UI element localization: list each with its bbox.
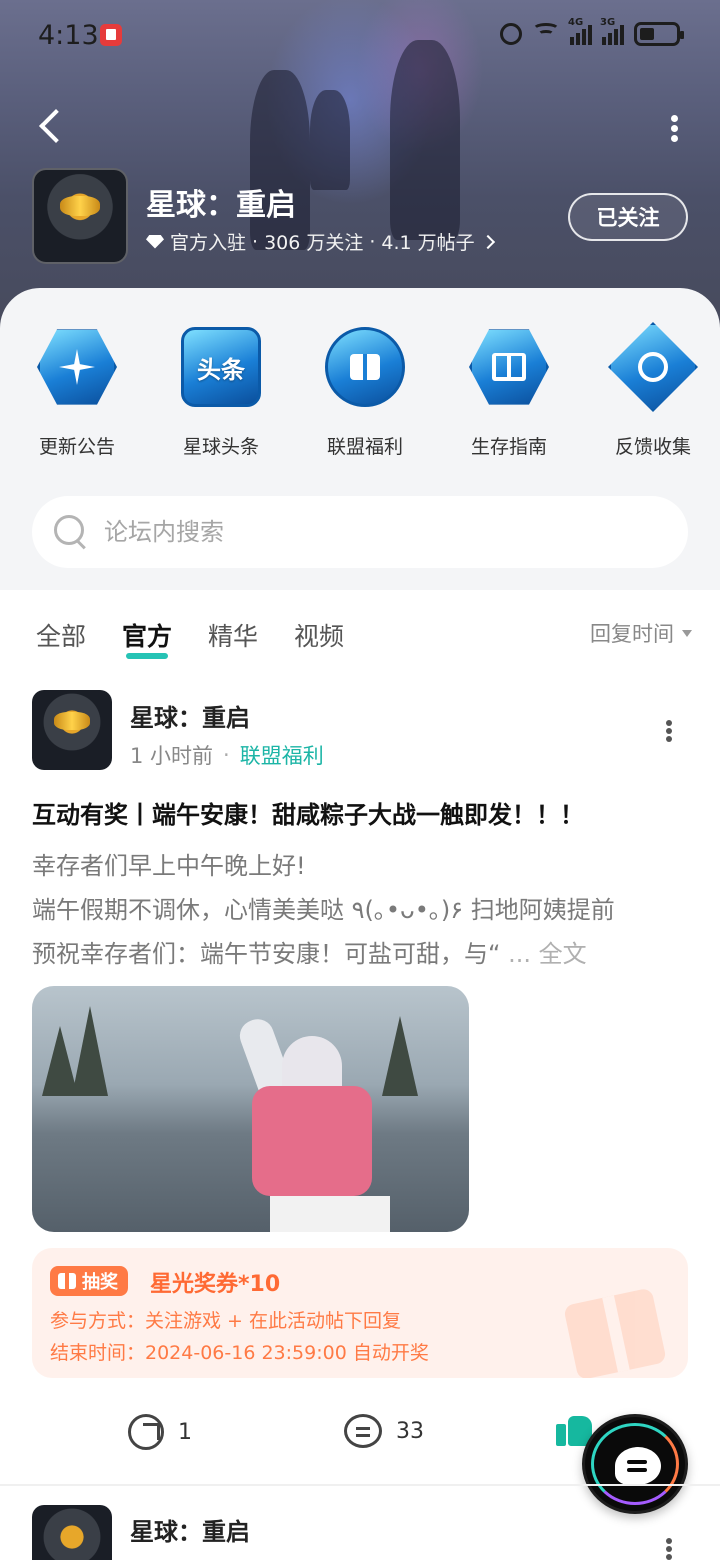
quick-link-label: 生存指南	[470, 436, 547, 458]
post-body-line: 幸存者们早上中午晚上好!	[32, 852, 306, 880]
follow-button[interactable]: 已关注	[568, 193, 688, 241]
share-count: 1	[178, 1419, 192, 1445]
lottery-prize: 星光奖券*10	[150, 1272, 281, 1297]
wifi-icon	[532, 23, 560, 45]
official-label: 官方入驻	[170, 232, 247, 254]
lottery-method: 参与方式：关注游戏 + 在此活动帖下回复	[50, 1310, 402, 1332]
tab-all[interactable]: 全部	[36, 617, 86, 653]
battery-icon	[634, 22, 684, 46]
post-title[interactable]: 互动有奖丨端午安康！甜咸粽子大战一触即发！！！	[32, 795, 692, 830]
post-meta-dot: ·	[223, 743, 230, 767]
share-button[interactable]: 1	[128, 1414, 192, 1450]
back-button[interactable]	[38, 106, 68, 146]
search-icon	[54, 515, 88, 549]
followers-count: 306 万关注	[264, 232, 364, 254]
caret-down-icon	[682, 629, 692, 637]
notification-badge-icon	[100, 24, 122, 46]
search-input[interactable]	[104, 518, 644, 546]
gift-icon	[58, 1273, 76, 1289]
signal-3g-icon: 3G	[600, 17, 624, 45]
share-icon	[128, 1414, 164, 1450]
quick-link-announcements[interactable]: 更新公告	[10, 322, 144, 459]
post-author-name[interactable]: 星球：重启	[130, 1512, 250, 1547]
chevron-right-icon	[480, 234, 495, 249]
book-icon	[469, 329, 549, 405]
full-text-link[interactable]: 全文	[539, 940, 587, 968]
post-more-icon[interactable]	[664, 1536, 674, 1560]
post-body-line-text: 预祝幸存者们：端午节安康！可盐可甜，与“	[32, 940, 501, 968]
post-category[interactable]: 联盟福利	[240, 740, 324, 770]
compass-star-icon	[37, 329, 117, 405]
post-time: 1 小时前	[130, 744, 214, 768]
gift-decoration-icon	[563, 1287, 667, 1378]
diamond-icon	[146, 235, 164, 249]
post-image[interactable]	[32, 986, 469, 1232]
status-time: 4:13	[38, 20, 99, 51]
status-icons: 4G 3G	[500, 17, 684, 46]
posts-count: 4.1 万帖子	[381, 232, 475, 254]
post-more-icon[interactable]	[664, 718, 674, 744]
quick-link-feedback[interactable]: 反馈收集	[586, 322, 720, 459]
signal-4g-icon: 4G	[568, 17, 592, 45]
sort-dropdown[interactable]: 回复时间	[590, 618, 692, 648]
game-meta[interactable]: 官方入驻 · 306 万关注 · 4.1 万帖子	[146, 228, 495, 255]
quick-link-label: 反馈收集	[614, 436, 691, 458]
ellipsis-text: ...	[508, 940, 531, 968]
post-author-avatar[interactable]	[32, 690, 112, 770]
banner-figure	[390, 40, 460, 240]
tab-official[interactable]: 官方	[122, 617, 172, 659]
image-tree	[72, 1006, 108, 1096]
headline-icon: 头条	[181, 327, 261, 407]
meta-separator: ·	[252, 230, 259, 253]
search-bar[interactable]	[32, 496, 688, 568]
tab-video[interactable]: 视频	[294, 617, 344, 653]
meta-separator: ·	[369, 230, 376, 253]
quick-link-headlines[interactable]: 头条 星球头条	[154, 322, 288, 459]
post-author-name[interactable]: 星球：重启	[130, 698, 250, 733]
post-body[interactable]: 幸存者们早上中午晚上好! 端午假期不调休，心情美美哒 ٩(｡•ᴗ•｡)۶ 扫地阿…	[32, 844, 692, 976]
lottery-badge: 抽奖	[50, 1266, 128, 1296]
tab-featured[interactable]: 精华	[208, 617, 258, 653]
comment-button[interactable]: 33	[344, 1414, 424, 1448]
sort-label: 回复时间	[590, 622, 674, 646]
post-divider	[0, 1484, 720, 1486]
lottery-badge-label: 抽奖	[82, 1272, 118, 1293]
post-meta: 1 小时前 · 联盟福利	[130, 740, 324, 770]
post-body-line: 端午假期不调休，心情美美哒 ٩(｡•ᴗ•｡)۶ 扫地阿姨提前	[32, 896, 615, 924]
post-body-line: 预祝幸存者们：端午节安康！可盐可甜，与“ ... 全文	[32, 932, 692, 976]
comment-count: 33	[396, 1418, 424, 1444]
image-character	[182, 1014, 390, 1232]
lottery-card[interactable]: 抽奖 星光奖券*10 参与方式：关注游戏 + 在此活动帖下回复 结束时间：202…	[32, 1248, 688, 1378]
post-author-avatar[interactable]	[32, 1505, 112, 1560]
chat-bubble-icon	[615, 1447, 661, 1485]
lottery-end-time: 结束时间：2024-06-16 23:59:00 自动开奖	[50, 1342, 429, 1364]
quick-link-label: 更新公告	[38, 436, 115, 458]
quick-link-benefits[interactable]: 联盟福利	[298, 322, 432, 459]
comment-icon	[344, 1414, 382, 1448]
network-4g-label: 4G	[568, 17, 584, 28]
game-avatar[interactable]	[32, 168, 128, 264]
quick-link-label: 联盟福利	[326, 436, 403, 458]
network-3g-label: 3G	[600, 17, 616, 28]
quick-link-label: 星球头条	[182, 436, 259, 458]
banner-figure	[310, 90, 350, 190]
quick-link-guide[interactable]: 生存指南	[442, 322, 576, 459]
gift-icon	[325, 327, 405, 407]
quick-links: 更新公告 头条 星球头条 联盟福利 生存指南 反馈收集	[0, 322, 720, 459]
chat-fab-button[interactable]	[582, 1414, 688, 1514]
medal-icon	[608, 322, 698, 412]
image-tree	[382, 1016, 418, 1096]
status-bar: 4:13 4G 3G	[0, 0, 720, 70]
game-title: 星球：重启	[146, 188, 296, 223]
more-options-icon[interactable]	[668, 112, 680, 142]
alarm-icon	[500, 23, 522, 45]
headline-glyph: 头条	[197, 355, 245, 384]
